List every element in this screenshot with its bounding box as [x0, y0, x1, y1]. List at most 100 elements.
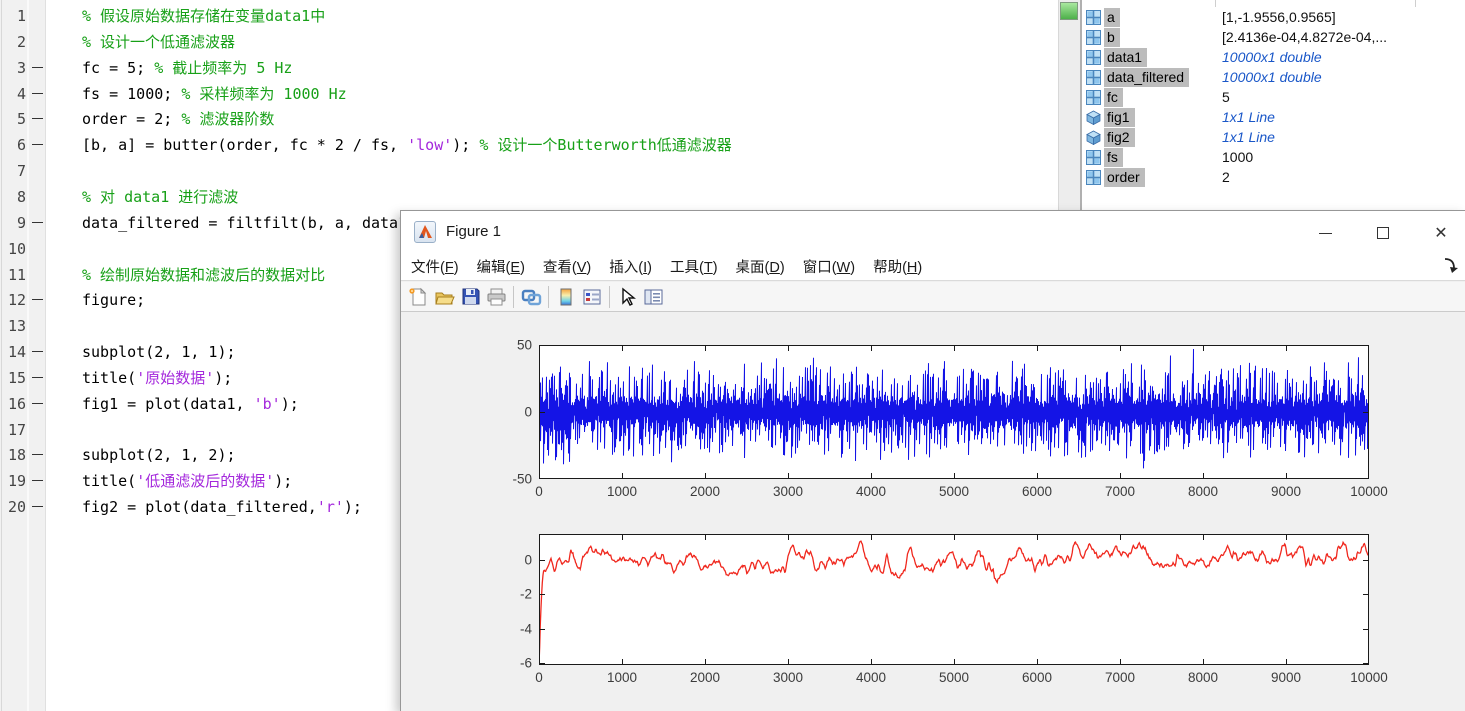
print-figure-button[interactable] — [483, 284, 509, 309]
menu-view[interactable]: 查看(V) — [543, 256, 591, 277]
workspace-variable-row[interactable]: fc5 — [1082, 88, 1465, 108]
new-figure-button[interactable] — [405, 284, 431, 309]
x-tick-label: 7000 — [1105, 484, 1135, 499]
figure-canvas: 0100020003000400050006000700080009000100… — [401, 312, 1465, 711]
workspace-variable-row[interactable]: data1 10000x1 double — [1082, 48, 1465, 68]
executable-line-mark — [32, 351, 43, 352]
line-number: 4 — [0, 81, 26, 107]
window-title: Figure 1 — [446, 211, 501, 253]
workspace-column-divider[interactable] — [1415, 0, 1416, 7]
menu-window[interactable]: 窗口(W) — [803, 256, 855, 277]
line-number: 11 — [0, 262, 26, 288]
cursor-arrow-icon — [618, 287, 636, 307]
code-line[interactable]: 4fs = 1000; % 采样频率为 1000 Hz — [0, 81, 1058, 107]
code-line[interactable]: 5order = 2; % 滤波器阶数 — [0, 106, 1058, 132]
menu-edit[interactable]: 编辑(E) — [477, 256, 525, 277]
y-tick-label: 50 — [517, 338, 532, 353]
x-tick-label: 9000 — [1271, 670, 1301, 685]
workspace-variable-row[interactable]: a[1,-1.9556,0.9565] — [1082, 8, 1465, 28]
insert-legend-button[interactable] — [579, 284, 605, 309]
property-inspector-button[interactable] — [640, 284, 666, 309]
y-tick-label: -4 — [520, 621, 532, 636]
line-number: 16 — [0, 391, 26, 417]
variable-value: 1000 — [1222, 148, 1253, 167]
y-tick-label: -6 — [520, 656, 532, 671]
dock-figure-icon[interactable] — [1442, 257, 1458, 273]
x-tick-label: 8000 — [1188, 670, 1218, 685]
edit-plot-button[interactable] — [614, 284, 640, 309]
menu-file[interactable]: 文件(F) — [411, 256, 459, 277]
maximize-button[interactable] — [1359, 217, 1407, 249]
minimize-button[interactable] — [1301, 217, 1349, 249]
menu-insert[interactable]: 插入(I) — [609, 256, 652, 277]
line-number: 8 — [0, 184, 26, 210]
subplot-filtered-data[interactable]: 0100020003000400050006000700080009000100… — [539, 534, 1369, 665]
code-line[interactable]: 1% 假设原始数据存储在变量data1中 — [0, 3, 1058, 29]
code-text: % 绘制原始数据和滤波后的数据对比 — [82, 262, 325, 288]
save-figure-button[interactable] — [457, 284, 483, 309]
matlab-desktop: 1% 假设原始数据存储在变量data1中2 % 设计一个低通滤波器 3 fc = 5;… — [0, 0, 1465, 711]
subplot-original-data[interactable]: 0100020003000400050006000700080009000100… — [539, 345, 1369, 479]
figure-titlebar[interactable]: Figure 1 ✕ — [401, 211, 1465, 253]
line-number: 3 — [0, 55, 26, 81]
variable-name[interactable]: fs — [1104, 148, 1123, 167]
code-text: % 对 data1 进行滤波 — [82, 184, 238, 210]
matlab-logo-icon — [414, 221, 436, 243]
x-tick-label: 5000 — [939, 670, 969, 685]
figure-window: Figure 1 ✕ 文件(F) 编辑(E) 查看(V) 插入(I) 工具(T)… — [400, 210, 1465, 711]
x-tick-label: 8000 — [1188, 484, 1218, 499]
x-tick-label: 1000 — [607, 484, 637, 499]
x-tick-label: 6000 — [1022, 484, 1052, 499]
variable-name[interactable]: fig2 — [1104, 128, 1135, 147]
matrix-variable-icon — [1086, 90, 1101, 105]
variable-name[interactable]: a — [1104, 8, 1120, 27]
link-plot-button[interactable] — [518, 284, 544, 309]
line-object-icon — [1086, 110, 1101, 125]
variable-name[interactable]: fig1 — [1104, 108, 1135, 127]
line-number: 5 — [0, 106, 26, 132]
new-document-icon — [408, 287, 428, 307]
plot-area[interactable] — [539, 534, 1369, 665]
code-line[interactable]: 7 — [0, 158, 1058, 184]
variable-name[interactable]: b — [1104, 28, 1120, 47]
variable-value: 10000x1 double — [1222, 48, 1322, 67]
matrix-variable-icon — [1086, 50, 1101, 65]
x-tick-label: 6000 — [1022, 670, 1052, 685]
workspace-variable-row[interactable]: data_filtered10000x1 double — [1082, 68, 1465, 88]
close-icon: ✕ — [1434, 225, 1447, 241]
legend-icon — [582, 287, 602, 307]
figure-menubar: 文件(F) 编辑(E) 查看(V) 插入(I) 工具(T) 桌面(D) 窗口(W… — [401, 253, 1465, 281]
menu-desktop[interactable]: 桌面(D) — [736, 256, 785, 277]
workspace-variable-row[interactable]: fig11x1 Line — [1082, 108, 1465, 128]
code-text: fc = 5; % 截止频率为 5 Hz — [82, 55, 292, 81]
x-tick-label: 1000 — [607, 670, 637, 685]
code-analyzer-indicator-icon[interactable] — [1060, 2, 1078, 20]
workspace-variable-row[interactable]: fig21x1 Line — [1082, 128, 1465, 148]
variable-name[interactable]: order — [1104, 168, 1145, 187]
workspace-variable-row[interactable]: order2 — [1082, 168, 1465, 188]
menu-help[interactable]: 帮助(H) — [873, 256, 922, 277]
insert-colorbar-button[interactable] — [553, 284, 579, 309]
plot-area[interactable] — [539, 345, 1369, 479]
x-tick-label: 3000 — [773, 670, 803, 685]
open-file-button[interactable] — [431, 284, 457, 309]
line-number: 2 — [0, 29, 26, 55]
code-line[interactable]: 6[b, a] = butter(order, fc * 2 / fs, 'lo… — [0, 132, 1058, 158]
workspace-variable-row[interactable]: fs 1000 — [1082, 148, 1465, 168]
workspace-column-divider[interactable] — [1215, 0, 1216, 7]
code-line[interactable]: 3 fc = 5; % 截止频率为 5 Hz — [0, 55, 1058, 81]
workspace-variable-row[interactable]: b[2.4136e-04,4.8272e-04,... — [1082, 28, 1465, 48]
variable-name[interactable]: fc — [1104, 88, 1123, 107]
matrix-variable-icon — [1086, 30, 1101, 45]
y-tick-label: -2 — [520, 587, 532, 602]
matrix-variable-icon — [1086, 70, 1101, 85]
code-line[interactable]: 2 % 设计一个低通滤波器 — [0, 29, 1058, 55]
code-line[interactable]: 8 % 对 data1 进行滤波 — [0, 184, 1058, 210]
toolbar-separator — [548, 286, 549, 308]
close-button[interactable]: ✕ — [1417, 217, 1465, 249]
code-text: % 设计一个低通滤波器 — [82, 29, 235, 55]
code-text: data_filtered = filtfilt(b, a, data1); — [82, 210, 425, 236]
menu-tools[interactable]: 工具(T) — [670, 256, 718, 277]
variable-name[interactable]: data_filtered — [1104, 68, 1189, 87]
variable-name[interactable]: data1 — [1104, 48, 1147, 67]
